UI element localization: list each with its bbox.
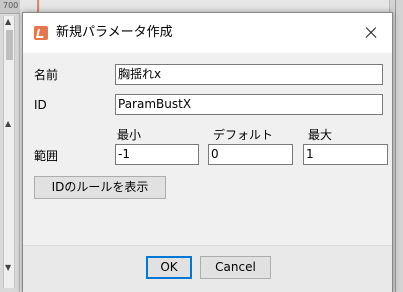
scroll-up-icon[interactable]: ▲: [5, 120, 11, 128]
ok-button[interactable]: OK: [146, 256, 192, 279]
ruler-label: 700: [3, 1, 19, 10]
name-label: 名前: [34, 68, 59, 82]
min-value-field[interactable]: -1: [115, 144, 199, 165]
default-value-field[interactable]: 0: [208, 144, 293, 165]
range-label: 範囲: [34, 149, 59, 163]
close-icon[interactable]: [357, 20, 385, 46]
name-field[interactable]: 胸揺れx: [115, 64, 383, 85]
background-scrollbar[interactable]: ▲ ▲ ▼: [3, 16, 15, 288]
max-label: 最大: [308, 128, 333, 142]
scroll-down-icon[interactable]: ▼: [5, 264, 11, 272]
new-parameter-dialog: 新規パラメータ作成 名前 胸揺れx ID ParamBustX 最小 デフォルト…: [22, 12, 393, 292]
id-field[interactable]: ParamBustX: [115, 94, 383, 115]
max-value-field[interactable]: 1: [303, 144, 388, 165]
default-label: デフォルト: [213, 128, 274, 142]
cancel-button[interactable]: Cancel: [200, 256, 271, 279]
title-bar[interactable]: 新規パラメータ作成: [23, 13, 392, 53]
background-left-panel: 700 ▲ ▲ ▼: [0, 0, 20, 292]
show-id-rules-button[interactable]: IDのルールを表示: [34, 176, 166, 199]
divider: [395, 0, 396, 292]
dialog-footer: OK Cancel: [23, 245, 392, 292]
scrollbar-thumb[interactable]: [6, 30, 13, 60]
app-logo-icon: [34, 26, 48, 40]
scroll-up-icon[interactable]: ▲: [5, 18, 11, 26]
dialog-title: 新規パラメータ作成: [56, 25, 173, 40]
min-label: 最小: [117, 128, 142, 142]
ruler: 700: [0, 0, 20, 14]
id-label: ID: [34, 98, 47, 112]
